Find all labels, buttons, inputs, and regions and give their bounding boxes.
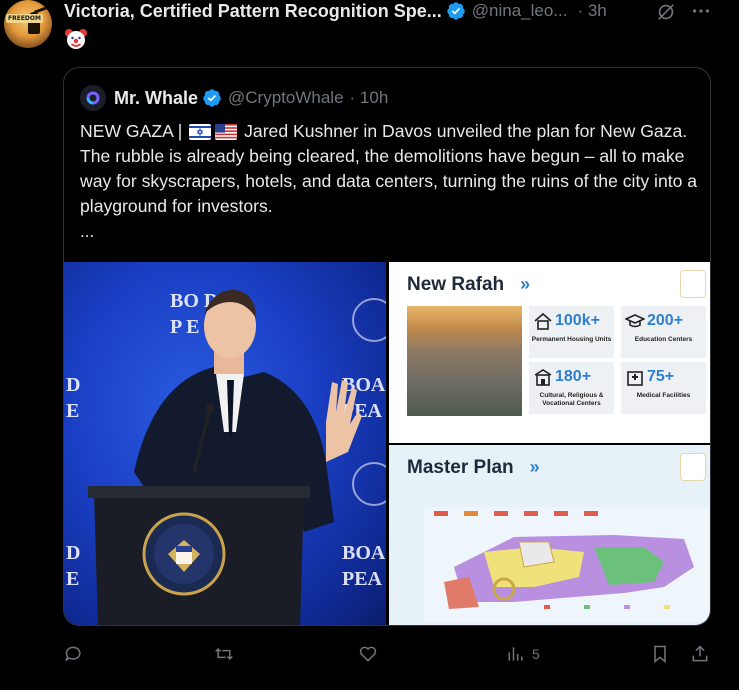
show-more-ellipsis[interactable]: ...	[80, 222, 94, 242]
us-flag-icon	[215, 124, 238, 140]
crypto-logo-icon	[80, 85, 106, 111]
board-of-peace-crest-icon	[680, 270, 706, 298]
author-name[interactable]: Victoria, Certified Pattern Recognition …	[64, 1, 442, 22]
quoted-author-handle[interactable]: @CryptoWhale	[228, 88, 344, 108]
views-count: 5	[532, 646, 540, 662]
heart-icon	[359, 646, 377, 662]
views-chart-icon	[508, 647, 523, 661]
building-icon	[534, 369, 552, 386]
tweet-action-bar: 5	[64, 640, 724, 670]
speaker-photo[interactable]: BO D P E BOA PEA BOA PEA D E D E	[64, 262, 386, 625]
stat-value: 100k+	[555, 312, 600, 329]
avatar-figure-arm	[33, 5, 51, 14]
quoted-tweet-header: Mr. Whale @CryptoWhale · 10h	[80, 85, 389, 111]
new-rafah-slide[interactable]: New Rafah» 100k+ Permanent Housing Units	[389, 262, 710, 443]
avatar[interactable]: FREEDOM	[4, 0, 52, 48]
israel-flag-icon	[189, 124, 212, 140]
stat-cultural: 180+ Cultural, Religious & Vocational Ce…	[529, 362, 614, 414]
chevron-right-icon: »	[520, 274, 531, 294]
author-handle[interactable]: @nina_leo...	[472, 1, 568, 21]
quoted-tweet-text: NEW GAZA | Jared Kushner in Davos unveil…	[80, 119, 700, 219]
house-icon	[534, 312, 552, 330]
slide-title-new-rafah: New Rafah»	[407, 274, 531, 295]
avatar-badge: FREEDOM	[6, 14, 43, 23]
master-plan-map	[424, 507, 709, 622]
reply-button[interactable]	[64, 640, 90, 668]
graduation-cap-icon	[625, 314, 645, 328]
tweet[interactable]: FREEDOM Victoria, Certified Pattern Reco…	[0, 0, 739, 690]
bookmark-button[interactable]	[650, 640, 670, 668]
quoted-avatar[interactable]	[80, 85, 106, 111]
quoted-tweet[interactable]: Mr. Whale @CryptoWhale · 10h NEW GAZA |	[63, 67, 711, 626]
slide-title-master-plan: Master Plan»	[407, 457, 540, 478]
chevron-right-icon: »	[529, 457, 540, 477]
hospital-icon	[627, 371, 643, 386]
tweet-header: Victoria, Certified Pattern Recognition …	[64, 0, 607, 22]
quoted-text-prefix: NEW GAZA |	[80, 121, 183, 141]
views-button[interactable]: 5	[506, 640, 540, 668]
board-of-peace-crest-icon	[680, 453, 706, 481]
aerial-city-render	[407, 306, 522, 416]
stat-value: 200+	[647, 312, 684, 329]
verified-badge-icon	[447, 2, 465, 20]
more-options-icon[interactable]	[690, 0, 712, 22]
tweet-time[interactable]: · 3h	[577, 1, 606, 21]
stat-education: 200+ Education Centers	[621, 306, 706, 358]
stat-label: Cultural, Religious & Vocational Centers	[539, 392, 604, 407]
stat-label: Medical Facilities	[636, 392, 691, 399]
stat-medical: 75+ Medical Facilities	[621, 362, 706, 414]
master-plan-slide[interactable]: Master Plan»	[389, 445, 710, 625]
speaker-figure	[88, 289, 362, 625]
stat-value: 180+	[555, 368, 592, 385]
share-button[interactable]	[690, 640, 710, 668]
clown-face-emoji-icon	[65, 29, 87, 49]
verified-badge-icon	[203, 89, 221, 107]
stat-value: 75+	[647, 368, 675, 385]
quoted-author-name[interactable]: Mr. Whale	[114, 88, 198, 109]
retweet-button[interactable]	[214, 640, 240, 668]
stat-label: Education Centers	[634, 336, 693, 343]
quoted-tweet-time[interactable]: · 10h	[350, 88, 389, 108]
retweet-icon	[215, 647, 233, 661]
grok-icon[interactable]	[655, 1, 677, 23]
like-button[interactable]	[358, 640, 384, 668]
bookmark-icon	[654, 645, 666, 664]
stat-housing: 100k+ Permanent Housing Units	[529, 306, 614, 358]
media-grid: BO D P E BOA PEA BOA PEA D E D E New Raf…	[64, 262, 710, 625]
stat-label: Permanent Housing Units	[531, 336, 612, 343]
reply-icon	[65, 646, 81, 662]
share-icon	[692, 645, 708, 662]
